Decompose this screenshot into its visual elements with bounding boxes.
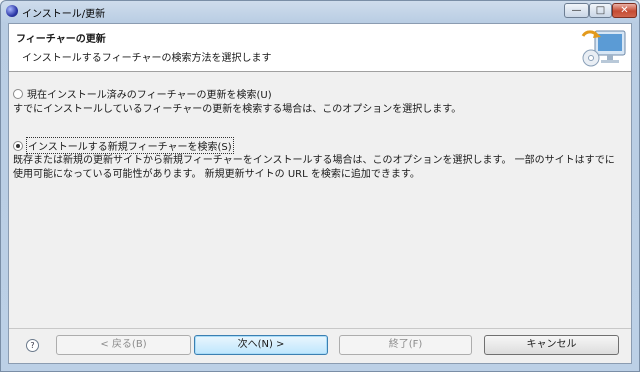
search-new-features-radio[interactable]: [13, 140, 23, 151]
close-button[interactable]: ✕: [612, 3, 637, 18]
page-title: フィーチャーの更新: [16, 34, 106, 45]
search-new-features-label[interactable]: インストールする新規フィーチャーを検索(S): [26, 137, 234, 154]
search-updates-option[interactable]: 現在インストール済みのフィーチャーの更新を検索(U): [13, 86, 272, 101]
footer-separator: [9, 328, 631, 329]
window-title: インストール/更新: [22, 9, 106, 20]
back-button[interactable]: < 戻る(B): [56, 335, 191, 355]
dialog-body: フィーチャーの更新 インストールするフィーチャーの検索方法を選択します 現在イン…: [8, 23, 632, 364]
maximize-icon: □: [595, 5, 606, 16]
help-icon[interactable]: ?: [26, 339, 39, 352]
cancel-button[interactable]: キャンセル: [484, 335, 619, 355]
finish-button[interactable]: 終了(F): [339, 335, 472, 355]
title-bar[interactable]: インストール/更新 — □ ✕: [1, 1, 639, 23]
page-description: インストールするフィーチャーの検索方法を選択します: [22, 53, 272, 64]
app-icon: [6, 5, 18, 17]
close-icon: ✕: [620, 5, 629, 16]
search-new-features-description: 既存または新規の更新サイトから新規フィーチャーをインストールする場合は、このオプ…: [13, 155, 615, 180]
search-updates-description: すでにインストールしているフィーチャーの更新を検索する場合は、このオプションを選…: [13, 104, 462, 115]
installer-window: インストール/更新 — □ ✕ フィーチャーの更新 インストールするフィーチャー…: [0, 0, 640, 372]
wizard-header: フィーチャーの更新 インストールするフィーチャーの検索方法を選択します: [9, 24, 631, 72]
maximize-button[interactable]: □: [589, 3, 612, 18]
next-button[interactable]: 次へ(N) >: [194, 335, 328, 355]
search-updates-radio[interactable]: [13, 88, 23, 99]
minimize-icon: —: [571, 5, 582, 16]
update-monitor-icon: [581, 30, 626, 67]
search-updates-label[interactable]: 現在インストール済みのフィーチャーの更新を検索(U): [27, 86, 272, 101]
minimize-button[interactable]: —: [564, 3, 589, 18]
search-new-features-option[interactable]: インストールする新規フィーチャーを検索(S): [13, 137, 234, 154]
